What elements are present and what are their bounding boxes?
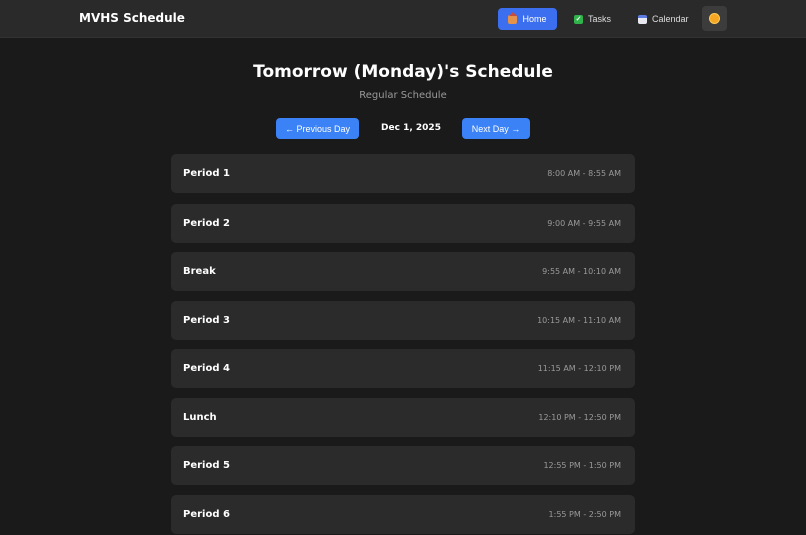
- period-card: Period 5 12:55 PM - 1:50 PM: [171, 446, 635, 485]
- period-name: Period 5: [183, 460, 230, 471]
- period-card: Period 4 11:15 AM - 12:10 PM: [171, 349, 635, 388]
- nav-tasks-label: Tasks: [588, 14, 612, 24]
- period-card: Period 1 8:00 AM - 8:55 AM: [171, 154, 635, 193]
- next-day-button[interactable]: Next Day →: [462, 118, 530, 139]
- schedule-type: Regular Schedule: [359, 90, 447, 101]
- check-icon: ✓: [574, 14, 583, 24]
- period-time: 8:00 AM - 8:55 AM: [547, 169, 621, 178]
- current-date: Dec 1, 2025: [381, 123, 441, 133]
- nav-calendar-button[interactable]: Calendar: [628, 8, 699, 30]
- house-icon: [508, 11, 518, 24]
- calendar-icon: [638, 14, 647, 24]
- period-time: 9:55 AM - 10:10 AM: [542, 267, 621, 276]
- previous-day-button[interactable]: ← Previous Day: [276, 118, 359, 139]
- period-card: Lunch 12:10 PM - 12:50 PM: [171, 398, 635, 437]
- period-card: Period 3 10:15 AM - 11:10 AM: [171, 301, 635, 340]
- navbar: MVHS Schedule Home ✓ Tasks Calendar: [0, 0, 806, 38]
- period-card: Period 2 9:00 AM - 9:55 AM: [171, 204, 635, 243]
- period-time: 10:15 AM - 11:10 AM: [537, 316, 621, 325]
- period-name: Period 4: [183, 363, 230, 374]
- period-name: Period 2: [183, 218, 230, 229]
- nav-calendar-label: Calendar: [652, 14, 689, 24]
- period-name: Period 3: [183, 315, 230, 326]
- period-time: 12:10 PM - 12:50 PM: [538, 413, 621, 422]
- brand-title[interactable]: MVHS Schedule: [79, 11, 185, 25]
- period-name: Period 1: [183, 168, 230, 179]
- nav-home-button[interactable]: Home: [498, 8, 557, 30]
- sun-icon: [710, 14, 719, 23]
- nav-home-label: Home: [522, 14, 547, 24]
- period-time: 11:15 AM - 12:10 PM: [537, 364, 621, 373]
- theme-toggle-button[interactable]: [702, 6, 727, 31]
- period-name: Break: [183, 266, 216, 277]
- nav-tasks-button[interactable]: ✓ Tasks: [564, 8, 621, 30]
- period-time: 12:55 PM - 1:50 PM: [543, 461, 621, 470]
- period-card: Break 9:55 AM - 10:10 AM: [171, 252, 635, 291]
- period-card: Period 6 1:55 PM - 2:50 PM: [171, 495, 635, 534]
- period-name: Period 6: [183, 509, 230, 520]
- period-time: 1:55 PM - 2:50 PM: [548, 510, 621, 519]
- period-time: 9:00 AM - 9:55 AM: [547, 219, 621, 228]
- period-name: Lunch: [183, 412, 217, 423]
- page-title: Tomorrow (Monday)'s Schedule: [253, 62, 553, 82]
